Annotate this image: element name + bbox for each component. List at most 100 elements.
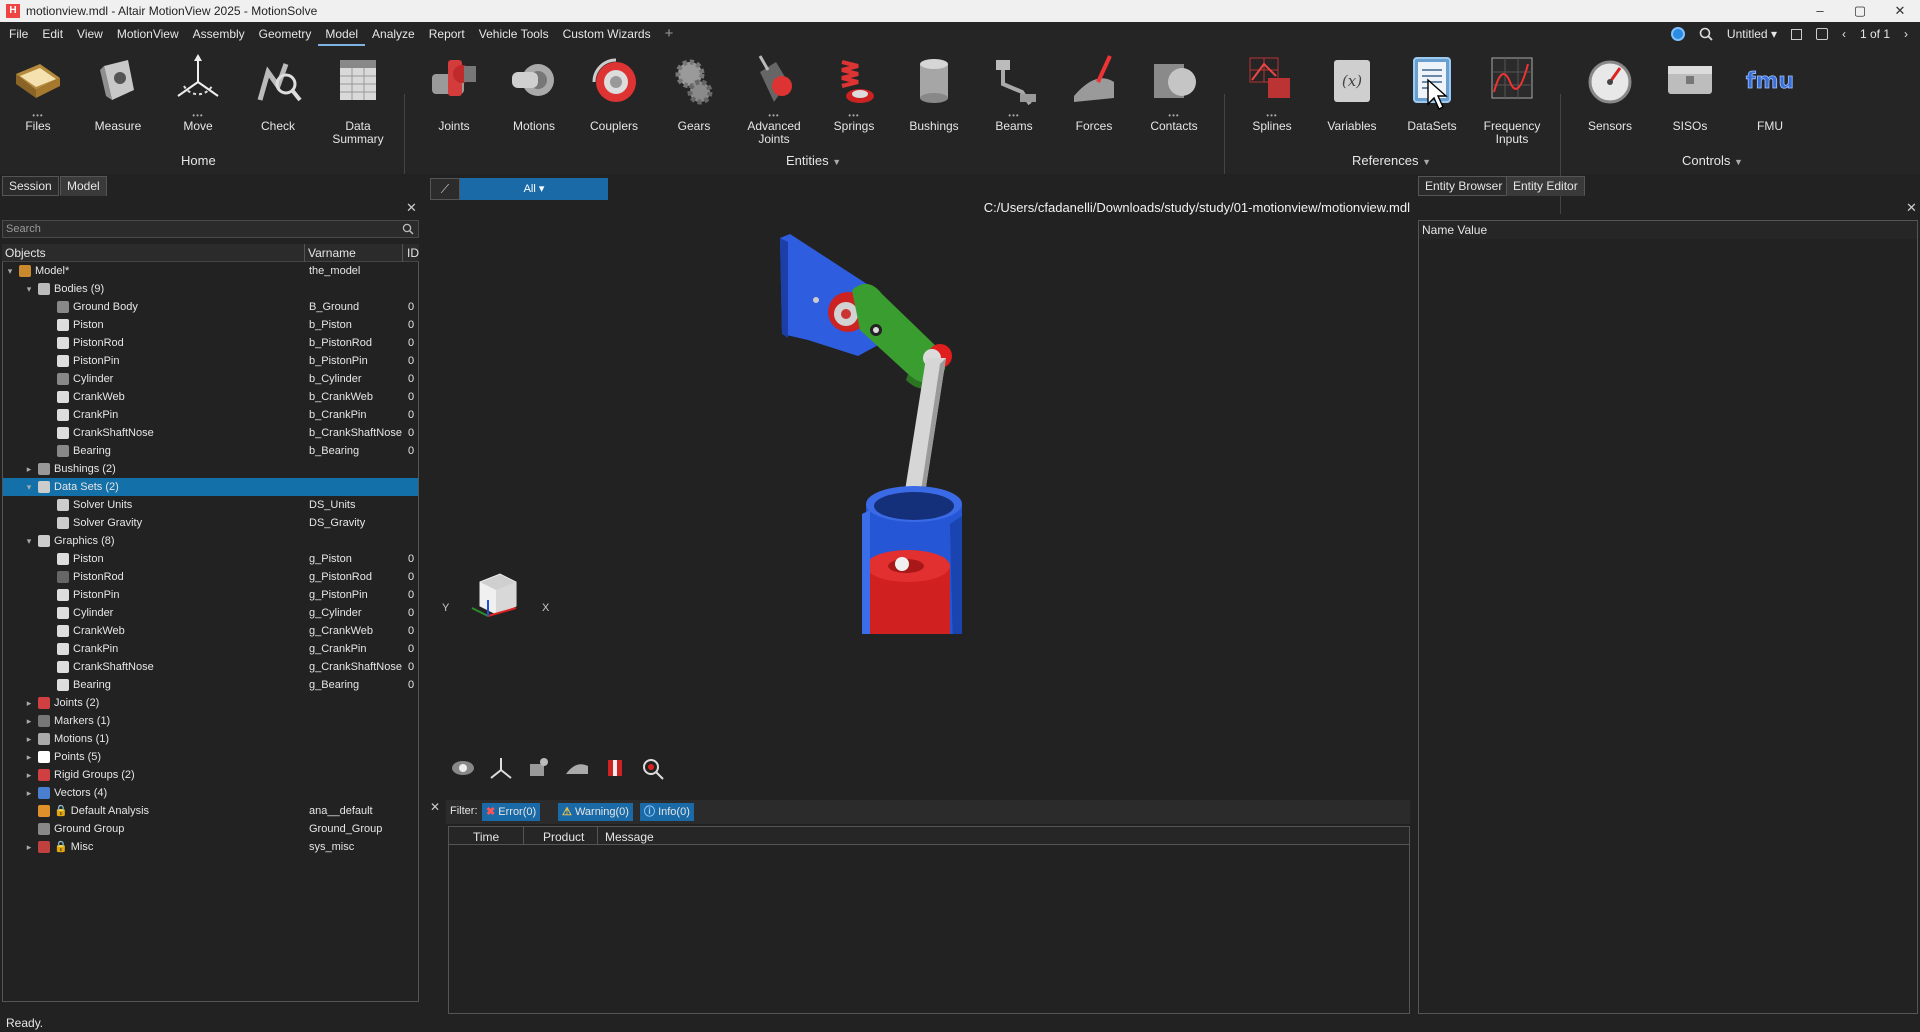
splines-tool-button[interactable]: ••• Splines: [1232, 52, 1312, 133]
tree-row[interactable]: PistonRod b_PistonRod 0: [3, 334, 418, 352]
expand-arrow-icon[interactable]: ▸: [24, 712, 34, 730]
column-id[interactable]: ID: [407, 246, 419, 260]
column-time[interactable]: Time: [473, 830, 499, 844]
tree-row[interactable]: ▸ Vectors (4): [3, 784, 418, 802]
couplers-tool-button[interactable]: Couplers: [574, 52, 654, 133]
column-objects[interactable]: Objects: [5, 246, 46, 260]
shading-icon[interactable]: [564, 756, 590, 780]
menu-geometry[interactable]: Geometry: [252, 22, 319, 46]
collapse-arrow-icon[interactable]: ▾: [24, 532, 34, 550]
tree-row[interactable]: ▸ Joints (2): [3, 694, 418, 712]
frequency-inputs-tool-button[interactable]: Frequency Inputs: [1472, 52, 1552, 146]
minimize-button[interactable]: –: [1800, 0, 1840, 22]
menu-vehicle-tools[interactable]: Vehicle Tools: [472, 22, 556, 46]
bushings-tool-button[interactable]: Bushings: [894, 52, 974, 133]
tree-row[interactable]: 🔒 Default Analysis ana__default: [3, 802, 418, 820]
column-product[interactable]: Product: [543, 830, 584, 844]
measure-tool-button[interactable]: Measure: [78, 52, 158, 133]
data-summary-tool-button[interactable]: Data Summary: [318, 52, 398, 146]
menu-custom-wizards[interactable]: Custom Wizards: [556, 22, 658, 46]
tree-row[interactable]: ▸ Rigid Groups (2): [3, 766, 418, 784]
view-cube-icon[interactable]: [450, 564, 540, 634]
menu-file[interactable]: File: [2, 22, 35, 46]
close-log-icon[interactable]: ✕: [430, 800, 440, 814]
close-window-button[interactable]: ✕: [1880, 0, 1920, 22]
maximize-button[interactable]: ▢: [1840, 0, 1880, 22]
tab-entity-browser[interactable]: Entity Browser: [1418, 176, 1510, 196]
tree-row[interactable]: Solver Units DS_Units: [3, 496, 418, 514]
piston-crank-model[interactable]: [780, 234, 1080, 634]
tree-row[interactable]: Bearing b_Bearing 0: [3, 442, 418, 460]
collapse-arrow-icon[interactable]: ▾: [24, 478, 34, 496]
tree-row[interactable]: ▸ Markers (1): [3, 712, 418, 730]
menu-model[interactable]: Model: [318, 22, 366, 46]
tree-row[interactable]: ▸ Bushings (2): [3, 460, 418, 478]
search-input[interactable]: Search: [2, 220, 419, 238]
graphics-viewport[interactable]: ⟋ All ▾ C:/Users/cfadanelli/Downloads/st…: [430, 174, 1410, 780]
datasets-tool-button[interactable]: DataSets: [1392, 52, 1472, 133]
tree-row[interactable]: PistonPin g_PistonPin 0: [3, 586, 418, 604]
tree-row[interactable]: CrankShaftNose b_CrankShaftNose 0: [3, 424, 418, 442]
zoom-icon[interactable]: [640, 756, 666, 780]
move-tool-button[interactable]: ••• Move: [158, 52, 238, 133]
sisos-tool-button[interactable]: SISOs: [1650, 52, 1730, 133]
info-filter-button[interactable]: ⓘ Info(0): [640, 803, 694, 821]
tree-row[interactable]: Ground Group Ground_Group: [3, 820, 418, 838]
joints-tool-button[interactable]: Joints: [414, 52, 494, 133]
tree-row[interactable]: ▾ Bodies (9): [3, 280, 418, 298]
expand-arrow-icon[interactable]: ▸: [24, 694, 34, 712]
springs-tool-button[interactable]: ••• Springs: [814, 52, 894, 133]
prev-page-button[interactable]: ‹: [1842, 27, 1846, 41]
gears-tool-button[interactable]: Gears: [654, 52, 734, 133]
pick-tool-icon[interactable]: ⟋: [430, 178, 460, 200]
sensors-tool-button[interactable]: Sensors: [1570, 52, 1650, 133]
expand-arrow-icon[interactable]: ▸: [24, 766, 34, 784]
add-menu-button[interactable]: +: [658, 22, 681, 46]
search-icon[interactable]: [402, 223, 414, 235]
tree-row[interactable]: Solver Gravity DS_Gravity: [3, 514, 418, 532]
files-tool-button[interactable]: ••• Files: [0, 52, 78, 133]
menu-report[interactable]: Report: [422, 22, 472, 46]
group-references-label[interactable]: References ▼: [1352, 153, 1431, 168]
contacts-tool-button[interactable]: ••• Contacts: [1134, 52, 1214, 133]
tree-row[interactable]: ▸ Points (5): [3, 748, 418, 766]
chat-icon[interactable]: [1670, 27, 1685, 41]
triad-icon[interactable]: [488, 756, 514, 780]
new-page-icon[interactable]: [1790, 28, 1802, 40]
tree-row[interactable]: Piston b_Piston 0: [3, 316, 418, 334]
forces-tool-button[interactable]: Forces: [1054, 52, 1134, 133]
menu-analyze[interactable]: Analyze: [365, 22, 422, 46]
entity-filter-dropdown[interactable]: All ▾: [460, 178, 608, 200]
error-filter-button[interactable]: ✖ Error(0): [482, 803, 541, 821]
fmu-tool-button[interactable]: fmu FMU: [1730, 52, 1810, 133]
tree-row[interactable]: CrankWeb g_CrankWeb 0: [3, 622, 418, 640]
variables-tool-button[interactable]: (x) Variables: [1312, 52, 1392, 133]
expand-arrow-icon[interactable]: ▸: [24, 460, 34, 478]
tab-model[interactable]: Model: [60, 176, 107, 196]
tree-row[interactable]: Piston g_Piston 0: [3, 550, 418, 568]
close-panel-icon[interactable]: ✕: [1906, 200, 1917, 216]
tree-row[interactable]: PistonRod g_PistonRod 0: [3, 568, 418, 586]
tree-row[interactable]: CrankWeb b_CrankWeb 0: [3, 388, 418, 406]
motions-tool-button[interactable]: Motions: [494, 52, 574, 133]
tree-row[interactable]: ▾ Data Sets (2): [3, 478, 418, 496]
tab-entity-editor[interactable]: Entity Editor: [1506, 176, 1585, 196]
tree-row[interactable]: Cylinder g_Cylinder 0: [3, 604, 418, 622]
expand-arrow-icon[interactable]: ▸: [24, 730, 34, 748]
collapse-arrow-icon[interactable]: ▾: [24, 280, 34, 298]
menu-edit[interactable]: Edit: [35, 22, 70, 46]
tree-row[interactable]: ▾ Model* the_model: [3, 262, 418, 280]
warning-filter-button[interactable]: ⚠ Warning(0): [558, 803, 633, 821]
tree-row[interactable]: CrankShaftNose g_CrankShaftNose 0: [3, 658, 418, 676]
next-page-button[interactable]: ›: [1904, 27, 1908, 41]
section-cut-icon[interactable]: [602, 756, 628, 780]
column-message[interactable]: Message: [605, 830, 654, 844]
tree-row[interactable]: CrankPin g_CrankPin 0: [3, 640, 418, 658]
tree-row[interactable]: CrankPin b_CrankPin 0: [3, 406, 418, 424]
expand-arrow-icon[interactable]: ▸: [24, 748, 34, 766]
expand-arrow-icon[interactable]: ▸: [24, 838, 34, 856]
beams-tool-button[interactable]: ••• Beams: [974, 52, 1054, 133]
tree-row[interactable]: ▾ Graphics (8): [3, 532, 418, 550]
menu-view[interactable]: View: [70, 22, 110, 46]
cameras-icon[interactable]: [526, 756, 552, 780]
